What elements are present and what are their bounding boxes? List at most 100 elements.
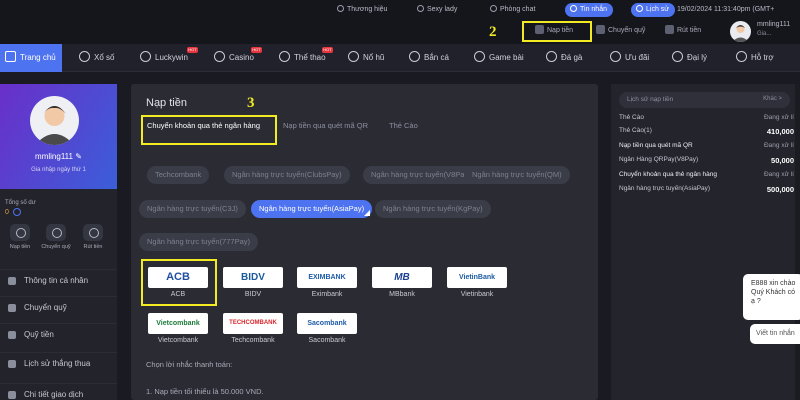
tab-bank-transfer[interactable]: Chuyển khoản qua thẻ ngân hàng [147, 121, 260, 130]
sidebar-transfer-button[interactable]: Chuyển quỹ [41, 224, 71, 250]
chat-room-button[interactable]: Phòng chat [485, 3, 541, 17]
nav-card-games-label: Game bài [489, 53, 524, 62]
sidebar-item-win-loss-label: Lịch sử thắng thua [24, 359, 91, 368]
nav-promotions-label: Ưu đãi [625, 53, 650, 62]
page-title: Nạp tiền [146, 97, 187, 109]
rooster-icon [546, 51, 557, 62]
history-row-amount: 410,000 [766, 127, 794, 136]
bank-option-sacombank[interactable]: Sacombank Sacombank [296, 313, 358, 347]
nav-support[interactable]: Hỗ trợ [736, 44, 774, 72]
history-button[interactable]: Lịch sử [631, 3, 675, 17]
nav-lottery[interactable]: Xổ số [79, 44, 114, 72]
hot-badge: HOT [187, 47, 198, 53]
sidebar-item-funds[interactable]: Quỹ tiền [0, 323, 117, 345]
bank-name: Vietcombank [157, 337, 199, 344]
sidebar-withdraw-button[interactable]: Rút tiền [78, 224, 108, 250]
sacombank-logo: Sacombank [297, 313, 357, 334]
nav-agent[interactable]: Đại lý [672, 44, 707, 72]
avatar[interactable] [30, 96, 79, 145]
channel-chip[interactable]: Techcombank [147, 166, 210, 184]
acb-logo: ACB [148, 267, 208, 288]
bank-name: Techcombank [231, 337, 275, 344]
annotation-step-2: 2 [489, 24, 497, 40]
nav-slots-label: Nổ hũ [363, 53, 385, 62]
deposit-quick-label: Nạp tiền [547, 27, 574, 34]
sidebar-item-transfer[interactable]: Chuyển quỹ [0, 296, 117, 318]
transfer-quick-button[interactable]: Chuyển quỹ [596, 25, 645, 37]
chat-bubble[interactable]: E888 xin chào Quý Khách có ạ ? [743, 274, 800, 320]
nav-casino[interactable]: Casino [214, 44, 254, 72]
channel-chip[interactable]: Ngân hàng trực tuyến(777Pay) [139, 233, 258, 251]
chat-input[interactable]: Viết tin nhắn [750, 324, 800, 344]
history-row-label: Ngân Hàng QRPay(V8Pay) [619, 156, 699, 163]
history-more-link[interactable]: Khác > [763, 96, 782, 102]
gift-icon [610, 51, 621, 62]
list-icon [8, 391, 16, 399]
sidebar-withdraw-label: Rút tiền [83, 244, 103, 250]
channel-chip[interactable]: Ngân hàng trực tuyến(QM) [464, 166, 570, 184]
tab-qr-deposit[interactable]: Nạp tiền qua quét mã QR [283, 121, 368, 130]
deposit-history-panel: Lịch sử nạp tiền Khác > Thẻ Cào Đang xử l… [611, 84, 800, 400]
channel-chip[interactable]: Ngân hàng trực tuyến(ClubsPay) [224, 166, 350, 184]
nav-fishing[interactable]: Bắn cá [409, 44, 449, 72]
top-bar: Thương hiệu Sexy lady Phòng chat Tin nhắ… [0, 0, 800, 44]
channel-chip[interactable]: Ngân hàng trực tuyến(C3J) [139, 200, 246, 218]
agent-icon [672, 51, 683, 62]
bank-option-vietcombank[interactable]: Vietcombank Vietcombank [147, 313, 209, 347]
hot-badge: HOT [251, 47, 262, 53]
withdraw-quick-button[interactable]: Rút tiền [665, 25, 701, 37]
tab-scratch-card[interactable]: Thẻ Cào [389, 121, 418, 130]
messages-button[interactable]: Tin nhắn [565, 3, 613, 17]
withdraw-icon [83, 224, 103, 241]
page-scrollbar[interactable] [795, 84, 800, 400]
brand-button[interactable]: Thương hiệu [332, 3, 393, 17]
bank-option-mbbank[interactable]: MB MBbank [371, 267, 433, 301]
chat-room-label: Phòng chat [500, 6, 536, 13]
nav-slots[interactable]: Nổ hũ [348, 44, 384, 72]
history-row: Ngân hàng trực tuyến(AsiaPay) 500,000 [619, 185, 794, 195]
history-row-label: Thẻ Cào(1) [619, 127, 652, 134]
profile-join-info: Gia nhập ngày thứ 1 [31, 167, 86, 173]
bank-option-bidv[interactable]: BIDV BIDV [222, 267, 284, 301]
sidebar-deposit-button[interactable]: Nạp tiền [5, 224, 35, 250]
nav-luckywin[interactable]: Luckywin [140, 44, 188, 72]
bidv-logo: BIDV [223, 267, 283, 288]
eximbank-logo: EXIMBANK [297, 267, 357, 288]
topbar-username[interactable]: mmling111 [757, 21, 790, 28]
sidebar-item-profile[interactable]: Thông tin cá nhân [0, 269, 117, 291]
bank-option-vietinbank[interactable]: VietinBank Vietinbank [446, 267, 508, 301]
nav-promotions[interactable]: Ưu đãi [610, 44, 649, 72]
deposit-quick-button[interactable]: Nạp tiền [535, 25, 573, 37]
slots-icon [348, 51, 359, 62]
sexy-lady-button[interactable]: Sexy lady [412, 3, 463, 17]
bank-name: BIDV [244, 291, 262, 298]
transfer-icon [46, 224, 66, 241]
history-row: Thẻ Cào(1) 410,000 [619, 127, 794, 137]
main-nav: Trang chủ Xổ số Luckywin HOT Casino HOT … [0, 44, 800, 72]
bank-option-acb[interactable]: ACB ACB [147, 267, 209, 301]
channel-chip-selected[interactable]: Ngân hàng trực tuyến(AsiaPay) [251, 200, 373, 218]
min-deposit-note: 1. Nạp tiền tối thiểu là 50.000 VND. [146, 387, 264, 396]
nav-home[interactable]: Trang chủ [0, 44, 62, 72]
user-avatar-small[interactable] [730, 21, 751, 42]
sidebar-item-transactions[interactable]: Chi tiết giao dịch [0, 383, 117, 400]
history-icon [8, 360, 16, 368]
refresh-icon[interactable] [13, 208, 21, 216]
bank-option-eximbank[interactable]: EXIMBANK Eximbank [296, 267, 358, 301]
channel-chip[interactable]: Ngân hàng trực tuyến(KgPay) [375, 200, 491, 218]
channel-chip[interactable]: Ngân hàng trực tuyến(V8Pay) [363, 166, 479, 184]
bank-option-techcombank[interactable]: TECHCOMBANK Techcombank [222, 313, 284, 347]
nav-sports[interactable]: Thể thao [279, 44, 326, 72]
history-title: Lịch sử nạp tiền [627, 96, 674, 103]
edit-icon[interactable]: ✎ [75, 152, 82, 161]
bank-name: ACB [170, 291, 186, 298]
vietinbank-logo: VietinBank [447, 267, 507, 288]
nav-cockfight[interactable]: Đá gà [546, 44, 582, 72]
techcombank-logo: TECHCOMBANK [223, 313, 283, 334]
support-icon [736, 51, 747, 62]
sidebar-item-win-loss[interactable]: Lịch sử thắng thua [0, 352, 117, 374]
nav-card-games[interactable]: Game bài [474, 44, 524, 72]
history-row: Thẻ Cào Đang xử lí [619, 114, 794, 124]
transfer-quick-label: Chuyển quỹ [608, 27, 646, 34]
page: Thương hiệu Sexy lady Phòng chat Tin nhắ… [0, 0, 800, 400]
